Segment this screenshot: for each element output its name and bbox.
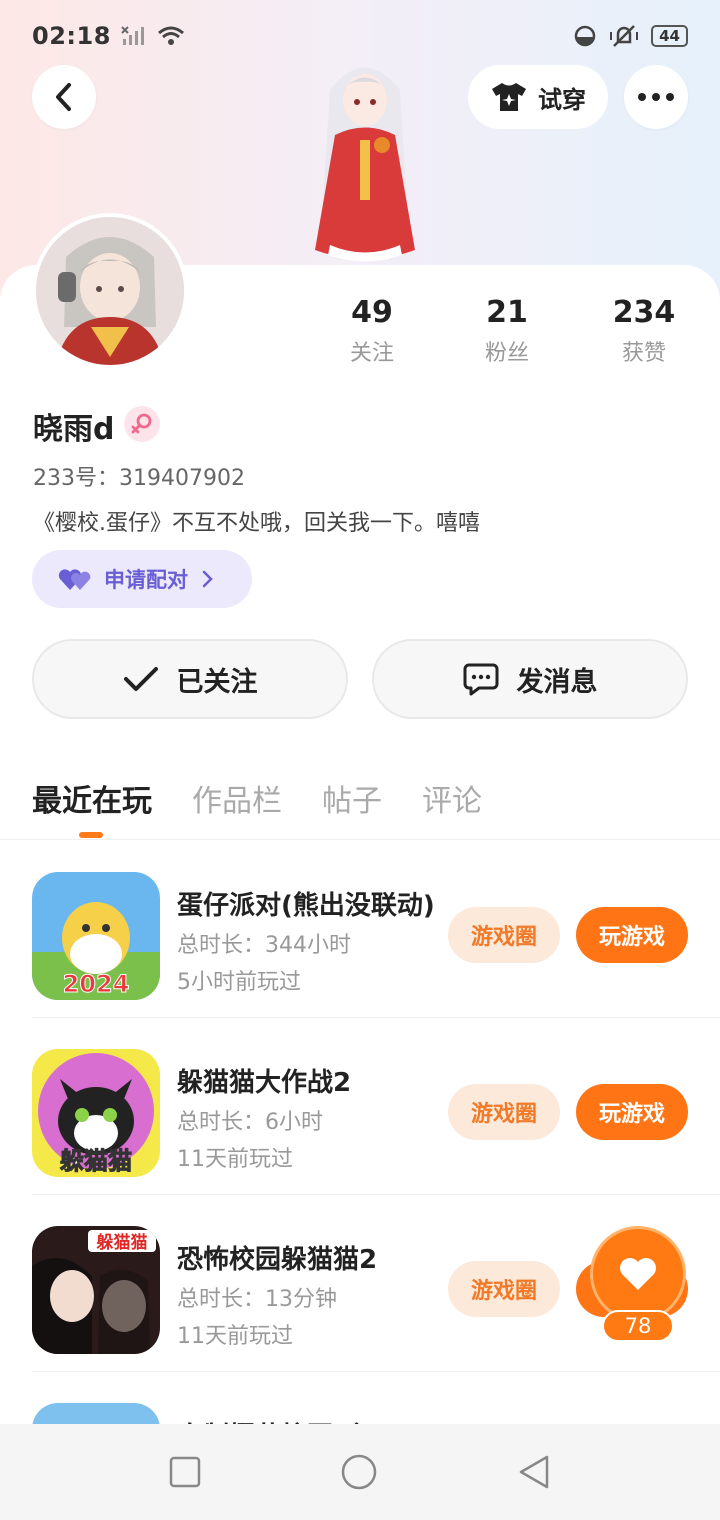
status-time: 02:18 [32,22,111,50]
pair-label: 申请配对 [104,568,188,592]
female-gender-icon [124,406,160,442]
game-row[interactable]: 躲猫猫 躲猫猫大作战2 总时长：6小时 11天前玩过 游戏圈 玩游戏 [0,1018,720,1195]
system-navigation-bar [0,1424,720,1520]
signal-icon [121,26,144,45]
game-last-played: 11天前玩过 [177,1324,293,1349]
following-label: 关注 [349,341,394,366]
chevron-left-icon [56,83,71,111]
like-count-badge: 78 [602,1310,674,1342]
user-bio: 《樱校.蛋仔》不互不处哦，回关我一下。嘻嘻 [33,511,480,536]
mute-vibrate-icon [610,25,639,47]
request-pairing-button[interactable]: 申请配对 [32,550,252,608]
tshirt-icon [492,83,526,111]
game-icon-sakura-school [32,1403,160,1424]
game-icon-egg-party: 2024 [32,872,160,1000]
game-name: 恐怖校园躲猫猫2 [177,1245,378,1275]
send-message-button[interactable]: 发消息 [372,639,688,719]
more-dots-icon [638,93,674,101]
floating-like-button[interactable] [590,1226,686,1322]
stat-followers[interactable]: 21 粉丝 [447,295,567,367]
game-circle-button[interactable]: 游戏圈 [448,1084,560,1140]
battery-indicator: 44 [651,25,688,47]
back-nav-icon[interactable] [517,1454,551,1490]
hide-and-seek-icon-text: 躲猫猫 [60,1147,132,1175]
stat-following[interactable]: 49 关注 [312,295,432,367]
chevron-right-icon [202,570,213,588]
tab-comments[interactable]: 评论 [422,776,482,820]
user-id: 233号：319407902 [33,466,245,491]
following-button[interactable]: 已关注 [32,639,348,719]
game-name: 躲猫猫大作战2 [177,1068,352,1098]
active-tab-indicator [79,832,103,838]
checkmark-icon [123,667,158,691]
avatar-3d-character [315,67,415,262]
play-game-button[interactable]: 玩游戏 [576,1084,688,1140]
try-on-label: 试穿 [538,85,586,114]
egg-party-icon-year: 2024 [63,970,130,998]
tab-works[interactable]: 作品栏 [192,776,282,820]
game-last-played: 11天前玩过 [177,1147,293,1172]
game-duration: 总时长：6小时 [177,1110,323,1135]
game-name: 自制樱花校园（无 [177,1416,442,1424]
game-circle-button[interactable]: 游戏圈 [448,907,560,963]
double-heart-icon [58,569,91,590]
game-circle-button[interactable]: 游戏圈 [448,1261,560,1317]
profile-tabs: 最近在玩 作品栏 帖子 评论 [32,776,482,820]
username: 晓雨d [33,412,115,447]
stat-likes[interactable]: 234 获赞 [584,295,704,367]
back-button[interactable] [32,65,96,129]
tab-posts[interactable]: 帖子 [322,776,382,820]
likes-label: 获赞 [621,341,666,366]
user-avatar[interactable] [32,213,188,369]
likes-count: 234 [612,295,676,330]
more-options-button[interactable] [624,65,688,129]
play-game-button[interactable]: 玩游戏 [576,907,688,963]
game-name: 蛋仔派对(熊出没联动) [177,891,435,921]
game-icon-hide-and-seek: 躲猫猫 [32,1049,160,1177]
tab-recent-games[interactable]: 最近在玩 [32,776,152,820]
following-count: 49 [351,295,393,330]
followers-count: 21 [486,295,528,330]
send-message-label: 发消息 [516,666,598,698]
following-button-label: 已关注 [176,666,258,698]
heart-icon [620,1258,656,1290]
chat-bubble-icon [463,663,498,696]
data-saver-icon [574,25,596,47]
tab-divider [0,839,720,840]
recent-apps-icon[interactable] [169,1456,201,1488]
game-row[interactable]: 自制樱花校园（无 [0,1372,720,1424]
horror-school-icon-text: 躲猫猫 [97,1232,148,1253]
try-on-button[interactable]: 试穿 [468,65,608,129]
avatar-portrait [36,217,184,365]
game-row[interactable]: 2024 蛋仔派对(熊出没联动) 总时长：344小时 5小时前玩过 游戏圈 玩游… [0,841,720,1018]
game-duration: 总时长：13分钟 [177,1287,337,1312]
game-icon-horror-school: 躲猫猫 [32,1226,160,1354]
game-duration: 总时长：344小时 [177,933,351,958]
followers-label: 粉丝 [484,341,529,366]
game-last-played: 5小时前玩过 [177,970,301,995]
home-icon[interactable] [340,1453,378,1491]
wifi-icon [157,26,184,45]
